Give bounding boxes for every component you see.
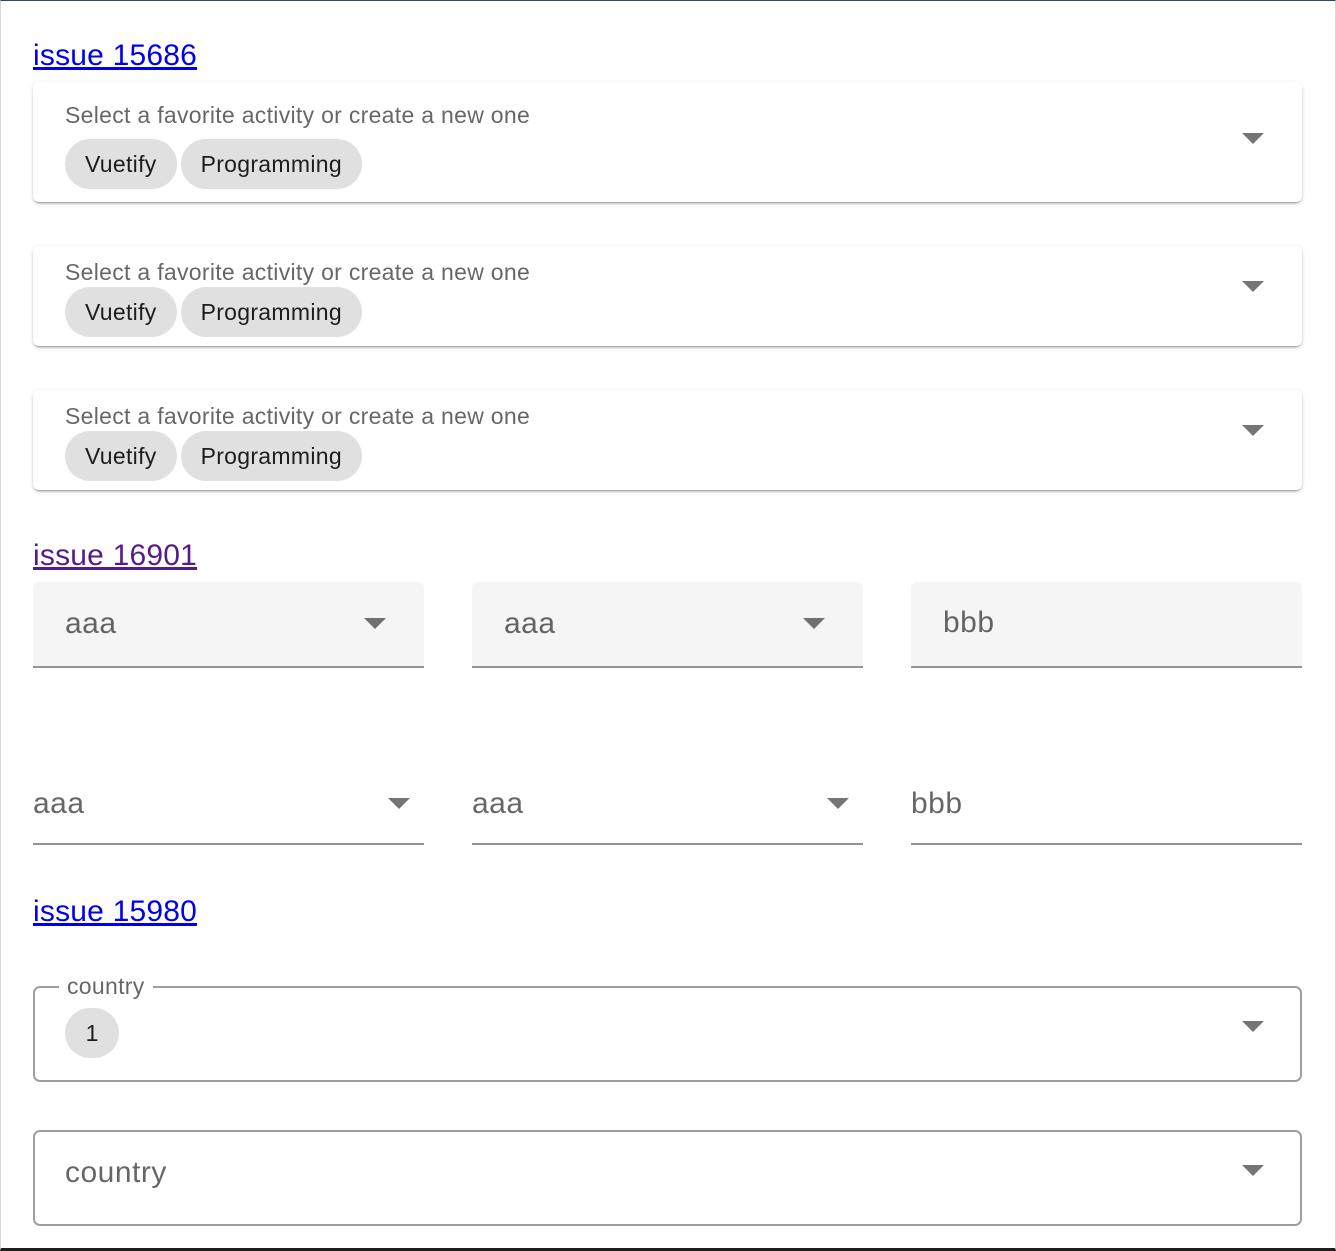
- caret-down-icon[interactable]: [1242, 425, 1264, 436]
- caret-down-icon[interactable]: [1242, 1021, 1264, 1032]
- issue-15686-link[interactable]: issue 15686: [33, 39, 197, 73]
- caret-down-icon[interactable]: [827, 798, 849, 809]
- filled-select-1[interactable]: aaa: [33, 582, 424, 668]
- underlined-select-1[interactable]: aaa: [33, 781, 424, 845]
- chip-vuetify[interactable]: Vuetify: [65, 139, 177, 189]
- country-select-empty[interactable]: country: [33, 1130, 1302, 1226]
- filled-select-value: aaa: [504, 607, 556, 640]
- country-select-filled[interactable]: country 1: [33, 972, 1302, 1082]
- underlined-select-value: aaa: [33, 787, 85, 820]
- chip-programming[interactable]: Programming: [180, 287, 362, 337]
- activity-select-2[interactable]: Select a favorite activity or create a n…: [33, 246, 1302, 346]
- underlined-text-field[interactable]: bbb: [911, 781, 1302, 845]
- activity-select-label: Select a favorite activity or create a n…: [65, 403, 531, 429]
- filled-text-field[interactable]: bbb: [911, 582, 1302, 668]
- chip-programming[interactable]: Programming: [180, 139, 362, 189]
- caret-down-icon[interactable]: [803, 618, 825, 629]
- activity-select-1[interactable]: Select a favorite activity or create a n…: [33, 82, 1302, 202]
- country-legend: country: [59, 972, 153, 1000]
- country-placeholder: country: [65, 1156, 167, 1189]
- filled-select-2[interactable]: aaa: [472, 582, 863, 668]
- filled-text-placeholder: bbb: [943, 606, 995, 639]
- chip-vuetify[interactable]: Vuetify: [65, 287, 177, 337]
- activity-select-label: Select a favorite activity or create a n…: [65, 259, 531, 285]
- chip-programming[interactable]: Programming: [180, 431, 362, 481]
- caret-down-icon[interactable]: [1242, 281, 1264, 292]
- chip-selected-count[interactable]: 1: [65, 1008, 119, 1058]
- issue-16901-link[interactable]: issue 16901: [33, 539, 197, 573]
- caret-down-icon[interactable]: [1242, 133, 1264, 144]
- caret-down-icon[interactable]: [1242, 1165, 1264, 1176]
- activity-select-label: Select a favorite activity or create a n…: [65, 102, 531, 128]
- issue-15980-link[interactable]: issue 15980: [33, 895, 197, 929]
- caret-down-icon[interactable]: [364, 618, 386, 629]
- chip-vuetify[interactable]: Vuetify: [65, 431, 177, 481]
- underlined-select-2[interactable]: aaa: [472, 781, 863, 845]
- underlined-text-placeholder: bbb: [911, 787, 963, 820]
- activity-select-3[interactable]: Select a favorite activity or create a n…: [33, 390, 1302, 490]
- filled-select-value: aaa: [65, 607, 117, 640]
- caret-down-icon[interactable]: [388, 798, 410, 809]
- underlined-select-value: aaa: [472, 787, 524, 820]
